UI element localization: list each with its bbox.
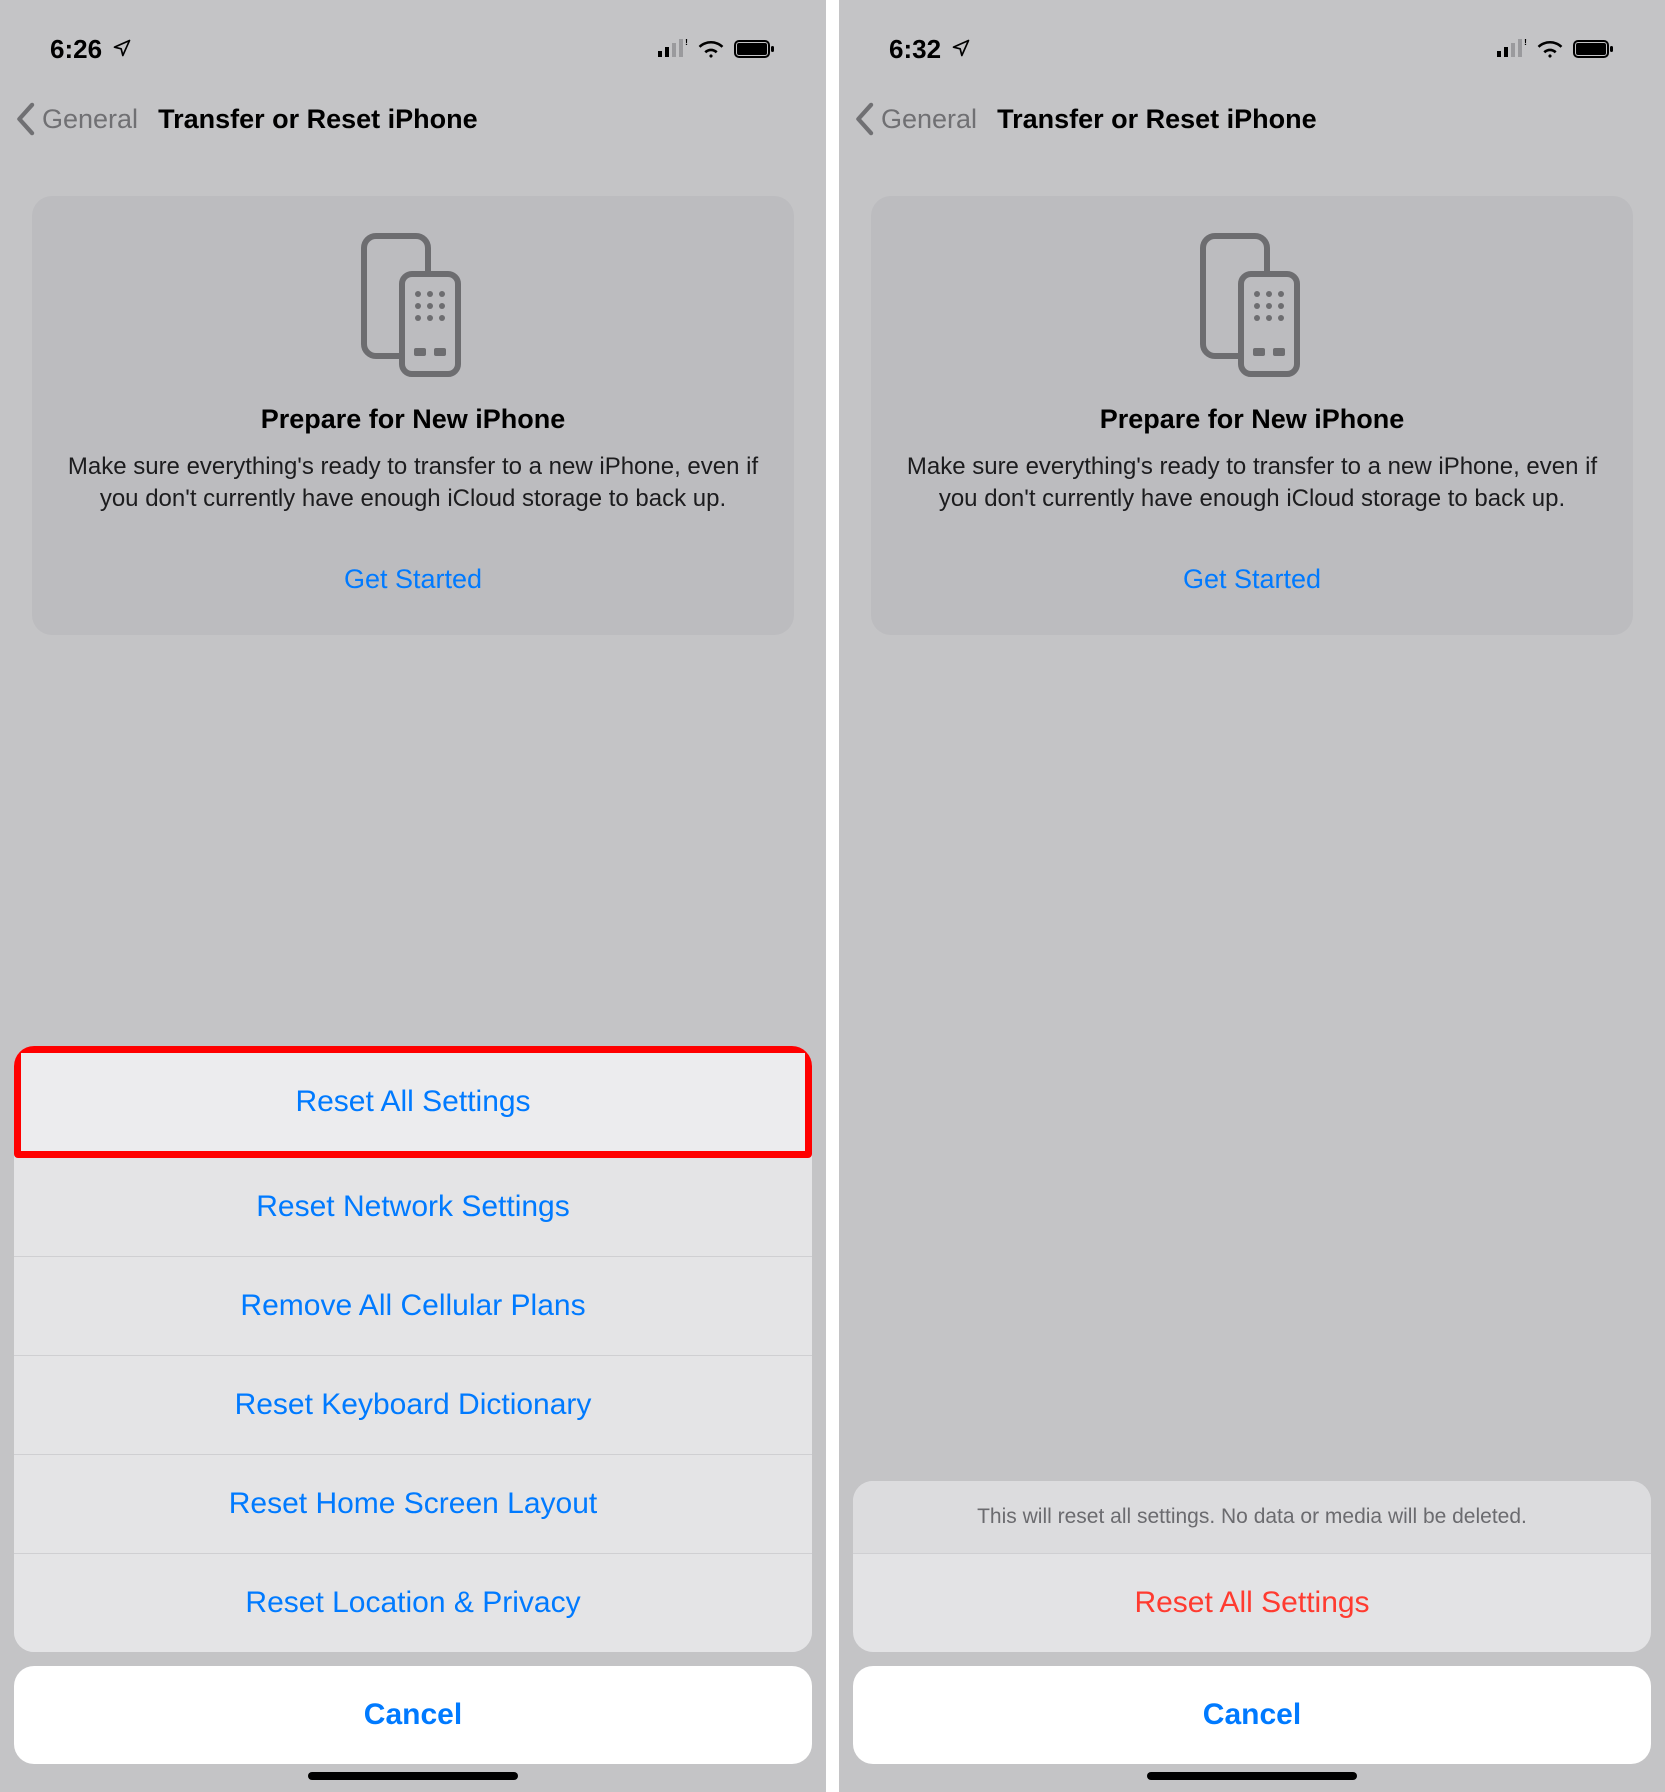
- nav-bar: General Transfer or Reset iPhone: [0, 76, 826, 162]
- card-body: Make sure everything's ready to transfer…: [899, 451, 1605, 516]
- transfer-devices-icon: [60, 230, 766, 382]
- confirm-reset-sheet: This will reset all settings. No data or…: [853, 1481, 1651, 1792]
- back-label[interactable]: General: [881, 104, 977, 135]
- reset-options-sheet: Reset All Settings Reset Network Setting…: [14, 1046, 812, 1792]
- home-indicator[interactable]: [1147, 1772, 1357, 1780]
- screenshot-right: 6:32 !: [839, 0, 1665, 1792]
- reset-home-screen-layout-option[interactable]: Reset Home Screen Layout: [14, 1455, 812, 1554]
- cell-signal-icon: !: [658, 39, 688, 59]
- back-chevron-icon[interactable]: [853, 102, 875, 136]
- status-time: 6:32: [889, 34, 941, 65]
- reset-all-settings-option[interactable]: Reset All Settings: [14, 1046, 812, 1158]
- card-title: Prepare for New iPhone: [899, 404, 1605, 435]
- status-bar: 6:32 !: [839, 0, 1665, 76]
- battery-icon: [734, 39, 776, 59]
- page-title: Transfer or Reset iPhone: [997, 104, 1317, 135]
- cancel-button[interactable]: Cancel: [14, 1666, 812, 1764]
- nav-bar: General Transfer or Reset iPhone: [839, 76, 1665, 162]
- confirm-reset-all-settings-button[interactable]: Reset All Settings: [853, 1554, 1651, 1652]
- location-icon: [951, 34, 971, 65]
- status-time: 6:26: [50, 34, 102, 65]
- svg-text:!: !: [1524, 39, 1527, 47]
- cancel-button[interactable]: Cancel: [853, 1666, 1651, 1764]
- reset-network-settings-option[interactable]: Reset Network Settings: [14, 1158, 812, 1257]
- back-label[interactable]: General: [42, 104, 138, 135]
- reset-keyboard-dictionary-option[interactable]: Reset Keyboard Dictionary: [14, 1356, 812, 1455]
- status-bar: 6:26 !: [0, 0, 826, 76]
- svg-text:!: !: [685, 39, 688, 47]
- back-chevron-icon[interactable]: [14, 102, 36, 136]
- reset-location-privacy-option[interactable]: Reset Location & Privacy: [14, 1554, 812, 1652]
- confirm-message: This will reset all settings. No data or…: [853, 1481, 1651, 1554]
- card-body: Make sure everything's ready to transfer…: [60, 451, 766, 516]
- home-indicator[interactable]: [308, 1772, 518, 1780]
- transfer-devices-icon: [899, 230, 1605, 382]
- location-icon: [112, 34, 132, 65]
- prepare-card: Prepare for New iPhone Make sure everyth…: [32, 196, 794, 635]
- get-started-button[interactable]: Get Started: [1183, 564, 1321, 595]
- wifi-icon: [698, 39, 724, 59]
- remove-all-cellular-plans-option[interactable]: Remove All Cellular Plans: [14, 1257, 812, 1356]
- get-started-button[interactable]: Get Started: [344, 564, 482, 595]
- card-title: Prepare for New iPhone: [60, 404, 766, 435]
- battery-icon: [1573, 39, 1615, 59]
- prepare-card: Prepare for New iPhone Make sure everyth…: [871, 196, 1633, 635]
- screenshot-divider: [826, 0, 839, 1792]
- cell-signal-icon: !: [1497, 39, 1527, 59]
- screenshot-left: 6:26 !: [0, 0, 826, 1792]
- wifi-icon: [1537, 39, 1563, 59]
- page-title: Transfer or Reset iPhone: [158, 104, 478, 135]
